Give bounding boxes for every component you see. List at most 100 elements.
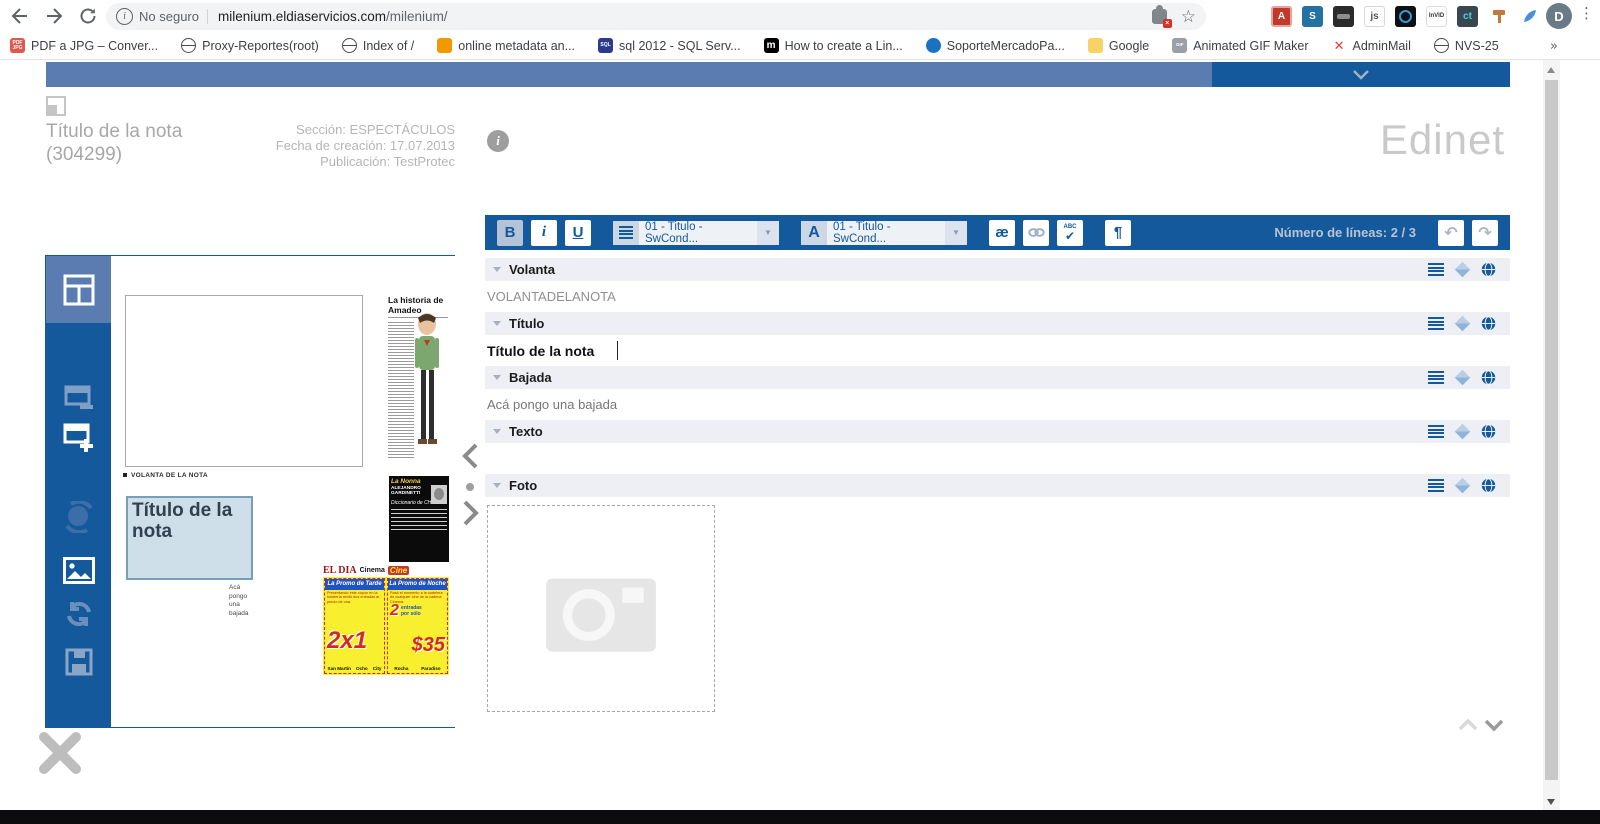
- bookmark-nvs-25[interactable]: NVS-25: [1434, 38, 1499, 53]
- section-header-titulo[interactable]: Título: [485, 312, 1510, 335]
- sidebar-remove-window-button[interactable]: [46, 381, 111, 415]
- section-header-texto[interactable]: Texto: [485, 420, 1510, 443]
- collapse-chevron-icon[interactable]: [493, 321, 501, 326]
- reorder-icon[interactable]: [1428, 317, 1444, 330]
- bold-button[interactable]: B: [497, 220, 523, 246]
- bookmarks-overflow-chevron[interactable]: »: [1550, 32, 1558, 60]
- bookmark-adminmail[interactable]: ✕AdminMail: [1332, 38, 1411, 53]
- globe-icon[interactable]: [1481, 370, 1496, 385]
- bookmark-star-icon[interactable]: ☆: [1181, 7, 1196, 27]
- extension-scribd-icon[interactable]: S: [1302, 6, 1323, 27]
- note-info-icon[interactable]: i: [487, 130, 509, 152]
- security-label[interactable]: No seguro: [139, 9, 199, 24]
- sidebar-refresh-button[interactable]: [46, 596, 111, 632]
- photo-dropzone[interactable]: [487, 505, 715, 712]
- spellcheck-button[interactable]: ABC✔: [1057, 220, 1083, 246]
- extension-crosshair-icon[interactable]: [1395, 6, 1416, 27]
- extension-ct-icon[interactable]: ct: [1457, 6, 1478, 27]
- volanta-field[interactable]: VOLANTADELANOTA: [485, 281, 1510, 312]
- bookmark-sql-2012[interactable]: SQLsql 2012 - SQL Serv...: [598, 38, 741, 53]
- pager-dot[interactable]: [466, 483, 474, 491]
- layers-icon[interactable]: [1455, 478, 1471, 494]
- layers-icon[interactable]: [1455, 424, 1471, 440]
- reorder-icon[interactable]: [1428, 425, 1444, 438]
- nav-up-chevron[interactable]: [1458, 718, 1478, 732]
- prev-page-chevron[interactable]: [461, 443, 479, 469]
- layers-icon[interactable]: [1455, 370, 1471, 386]
- promo-noche-header: La Promo de Noche: [388, 579, 447, 590]
- extension-hammer-icon[interactable]: [1488, 6, 1509, 27]
- profile-avatar[interactable]: D: [1546, 3, 1572, 29]
- bookmark-online-metadata[interactable]: online metadata an...: [437, 38, 575, 53]
- section-header-volanta[interactable]: Volanta: [485, 258, 1510, 281]
- collapse-chevron-icon[interactable]: [493, 483, 501, 488]
- section-header-bajada[interactable]: Bajada: [485, 366, 1510, 389]
- underline-button[interactable]: U: [565, 220, 591, 246]
- undo-button[interactable]: ↶: [1438, 220, 1464, 246]
- collapse-chevron-icon[interactable]: [493, 429, 501, 434]
- titulo-field[interactable]: Título de la nota: [485, 335, 1510, 366]
- character-style-select[interactable]: A 01 - Titulo - SwCond... ▼: [801, 221, 967, 245]
- extension-js-icon[interactable]: js: [1364, 6, 1385, 27]
- collapse-panel-bar[interactable]: [1212, 62, 1510, 87]
- extension-feather-icon[interactable]: [1519, 6, 1540, 27]
- back-icon[interactable]: [8, 4, 32, 28]
- globe-icon[interactable]: [1481, 262, 1496, 277]
- extension-puzzle-icon[interactable]: ×: [1152, 9, 1167, 24]
- bookmark-index-of[interactable]: Index of /: [342, 38, 414, 53]
- url-path[interactable]: /milenium/: [386, 9, 448, 24]
- scroll-down-arrow[interactable]: [1547, 799, 1555, 805]
- bookmark-pdf-a-jpg[interactable]: PDFJPGPDF a JPG – Conver...: [10, 38, 158, 53]
- sidebar-layout-button[interactable]: [46, 256, 111, 323]
- extension-robot-icon[interactable]: [1333, 6, 1354, 27]
- bookmark-soporte-mercadopago[interactable]: SoporteMercadoPa...: [926, 38, 1065, 53]
- m-favicon: m: [764, 38, 779, 53]
- refresh-icon[interactable]: [76, 4, 100, 28]
- special-characters-button[interactable]: æ: [989, 220, 1015, 246]
- sidebar-save-button[interactable]: [46, 644, 111, 680]
- extension-acrobat-icon[interactable]: A: [1271, 6, 1292, 27]
- next-page-chevron[interactable]: [461, 500, 479, 526]
- bajada-field[interactable]: Acá pongo una bajada: [485, 389, 1510, 420]
- address-bar[interactable]: i No seguro milenium.eldiaservicios.com …: [106, 3, 1206, 30]
- globe-icon[interactable]: [1481, 316, 1496, 331]
- collapse-chevron-icon[interactable]: [493, 267, 501, 272]
- collapse-chevron-icon[interactable]: [493, 375, 501, 380]
- italic-button[interactable]: i: [531, 220, 557, 246]
- dropdown-arrow-icon[interactable]: ▼: [945, 221, 967, 245]
- paragraph-style-select[interactable]: 01 - Titulo - SwCond... ▼: [613, 221, 779, 245]
- browser-menu-icon[interactable]: ⋮: [1579, 4, 1594, 22]
- section-header-foto[interactable]: Foto: [485, 474, 1510, 497]
- layers-icon[interactable]: [1455, 316, 1471, 332]
- bookmark-how-to-create[interactable]: mHow to create a Lin...: [764, 38, 903, 53]
- newspaper-preview[interactable]: La historia de Amadeo VOLANTA DE LA NOTA…: [111, 256, 455, 727]
- reorder-icon[interactable]: [1428, 371, 1444, 384]
- sidebar-add-window-button[interactable]: [46, 419, 111, 457]
- scrollbar-thumb[interactable]: [1545, 80, 1558, 780]
- layers-icon[interactable]: [1455, 262, 1471, 278]
- scroll-up-arrow[interactable]: [1547, 67, 1555, 73]
- sidebar-publish-web-button[interactable]: [46, 498, 111, 536]
- link-button[interactable]: [1023, 220, 1049, 246]
- bookmark-google-folder[interactable]: Google: [1088, 38, 1149, 53]
- redo-button[interactable]: ↷: [1472, 220, 1498, 246]
- reorder-icon[interactable]: [1428, 479, 1444, 492]
- bookmark-proxy-reportes[interactable]: Proxy-Reportes(root): [181, 38, 319, 53]
- preview-title-highlighted[interactable]: Título de la nota: [126, 496, 253, 580]
- bookmark-animated-gif-maker[interactable]: GIFAnimated GIF Maker: [1172, 38, 1308, 53]
- extension-invid-icon[interactable]: InVID: [1426, 6, 1447, 27]
- nav-down-chevron[interactable]: [1484, 718, 1504, 732]
- reorder-icon[interactable]: [1428, 263, 1444, 276]
- pilcrow-button[interactable]: ¶: [1105, 220, 1131, 246]
- forward-icon[interactable]: [42, 4, 66, 28]
- sidebar-image-button[interactable]: [46, 552, 111, 588]
- page-scrollbar[interactable]: [1543, 60, 1560, 812]
- globe-icon[interactable]: [1481, 478, 1496, 493]
- globe-icon[interactable]: [1481, 424, 1496, 439]
- chevron-down-icon[interactable]: [1352, 70, 1370, 80]
- url-domain[interactable]: milenium.eldiaservicios.com: [218, 9, 386, 24]
- close-icon[interactable]: [38, 731, 82, 775]
- texto-field[interactable]: [485, 443, 1510, 474]
- dropdown-arrow-icon[interactable]: ▼: [757, 221, 779, 245]
- info-icon[interactable]: i: [116, 8, 133, 25]
